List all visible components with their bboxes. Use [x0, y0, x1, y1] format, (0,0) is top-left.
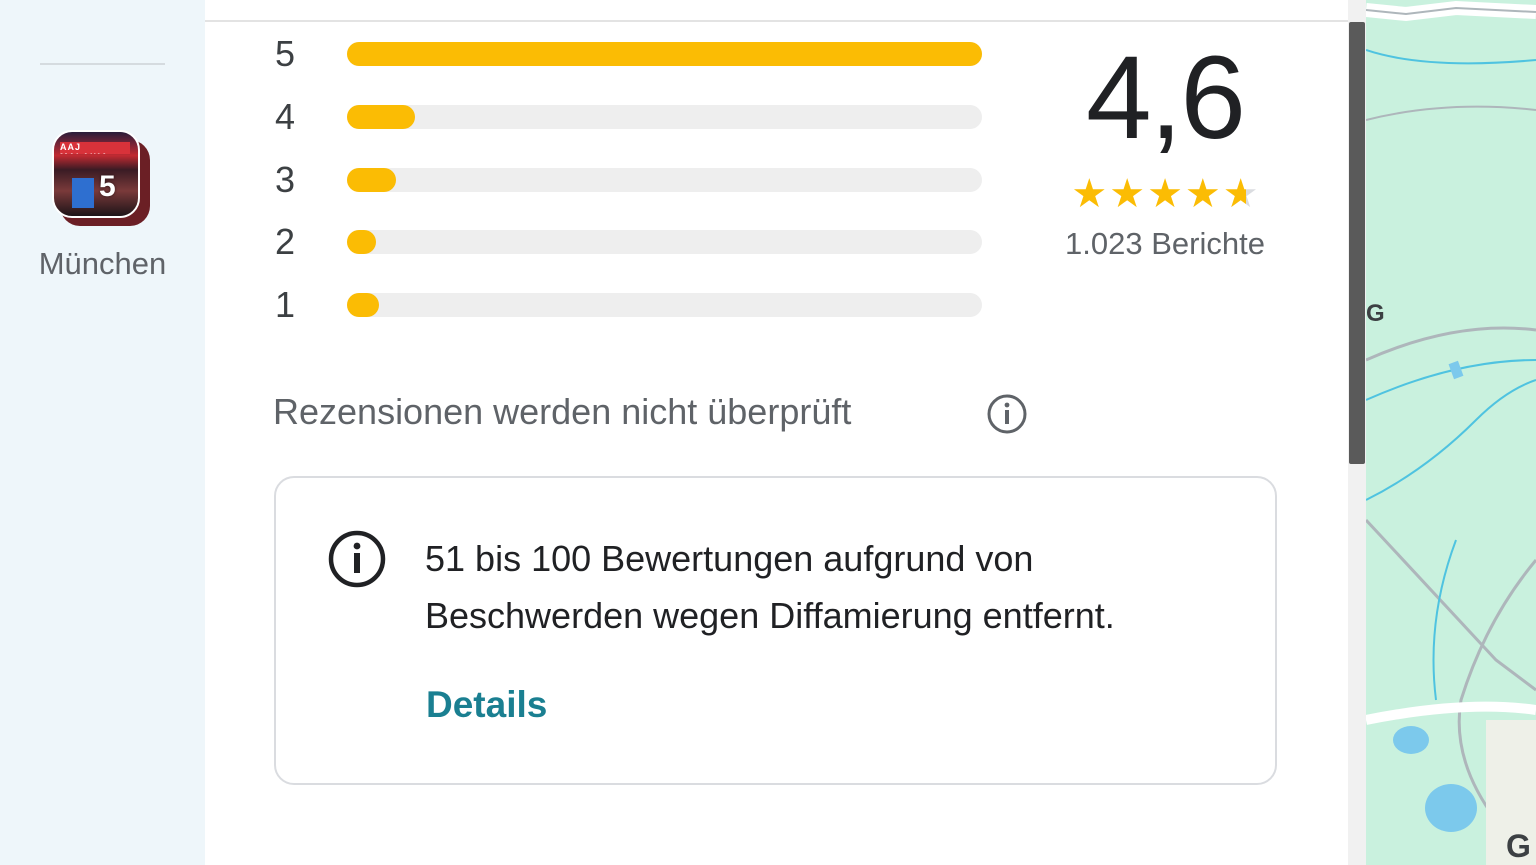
details-link[interactable]: Details — [426, 684, 547, 726]
histogram-track — [347, 293, 982, 317]
reviews-not-verified-text: Rezensionen werden nicht überprüft — [273, 391, 852, 432]
histogram-track — [347, 105, 982, 129]
histogram-label: 3 — [275, 159, 296, 200]
star-icon: ★ — [1147, 172, 1185, 216]
histogram-row-1[interactable]: 1 — [275, 284, 985, 325]
rail-divider — [40, 63, 165, 65]
histogram-label: 5 — [275, 33, 296, 74]
histogram-fill — [347, 168, 396, 192]
photo-door — [72, 178, 94, 208]
map-roads — [1366, 0, 1536, 865]
map-label: G — [1366, 300, 1385, 327]
map-label: G — [1506, 828, 1531, 864]
histogram-row-3[interactable]: 3 — [275, 159, 985, 200]
histogram-track — [347, 168, 982, 192]
notice-text: 51 bis 100 Bewertungen aufgrund von Besc… — [425, 538, 1115, 636]
star-icon: ★ — [1184, 172, 1223, 216]
histogram-row-4[interactable]: 4 — [275, 96, 985, 137]
histogram-track — [347, 42, 982, 66]
star-icon: ★ — [1071, 172, 1110, 216]
histogram-fill — [347, 105, 415, 129]
star-half-icon: ★ — [1222, 172, 1261, 216]
histogram-track — [347, 230, 982, 254]
review-count: 1.023 Berichte — [1065, 226, 1265, 261]
histogram-label: 4 — [275, 96, 296, 137]
photo-count: 5 — [99, 170, 116, 203]
star-rating: ★★★★★ — [1055, 170, 1277, 218]
left-rail: AAJ MALAIKA 5 München — [0, 0, 205, 865]
info-icon — [327, 529, 387, 589]
histogram-label: 1 — [275, 284, 296, 325]
map-view[interactable]: G G — [1366, 0, 1536, 865]
place-photo-stack[interactable]: AAJ MALAIKA 5 — [52, 130, 152, 228]
scrollbar-thumb[interactable] — [1349, 22, 1365, 464]
histogram-fill — [347, 293, 379, 317]
defamation-notice-card: 51 bis 100 Bewertungen aufgrund von Besc… — [274, 476, 1277, 785]
average-rating: 4,6 — [1085, 32, 1246, 164]
reviews-panel: 5 4 3 2 1 4,6 ★★★★★ 1.023 Berichte Rezen… — [205, 0, 1348, 865]
histogram-row-2[interactable]: 2 — [275, 221, 985, 262]
histogram-row-5[interactable]: 5 — [275, 33, 985, 74]
place-photo: AAJ MALAIKA 5 — [52, 130, 140, 218]
histogram-fill — [347, 42, 982, 66]
place-label: München — [38, 246, 167, 281]
recent-place-muenchen[interactable]: AAJ MALAIKA 5 München — [0, 128, 205, 288]
info-icon[interactable] — [986, 393, 1028, 435]
histogram-fill — [347, 230, 376, 254]
panel-divider — [205, 20, 1348, 22]
star-icon: ★ — [1109, 172, 1148, 216]
photo-sign-text: AAJ MALAIKA — [60, 142, 130, 154]
histogram-label: 2 — [275, 221, 296, 262]
